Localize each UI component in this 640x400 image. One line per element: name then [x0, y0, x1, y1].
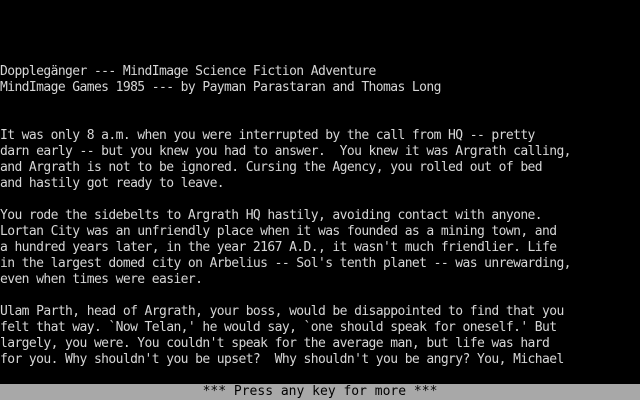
game-credits-line: MindImage Games 1985 --- by Payman Paras…	[0, 80, 441, 95]
story-text-line: and hastily got ready to leave.	[0, 176, 225, 191]
story-text-line: a hundred years later, in the year 2167 …	[0, 240, 557, 255]
story-text-line: even when times were easier.	[0, 272, 203, 287]
story-text-line: for you. Why shouldn't you be upset? Why…	[0, 352, 564, 367]
story-text-line: felt that way. `Now Telan,' he would say…	[0, 320, 557, 335]
story-text-line: and Argrath is not to be ignored. Cursin…	[0, 160, 543, 175]
story-text-line: It was only 8 a.m. when you were interru…	[0, 128, 535, 143]
press-any-key-bar[interactable]: *** Press any key for more ***	[0, 384, 640, 400]
story-text-line: darn early -- but you knew you had to an…	[0, 144, 572, 159]
game-text-screen: Dopplegänger --- MindImage Science Ficti…	[0, 0, 640, 400]
story-text-line: Ulam Parth, head of Argrath, your boss, …	[0, 304, 564, 319]
game-title-line: Dopplegänger --- MindImage Science Ficti…	[0, 64, 376, 79]
story-text-line: largely, you were. You couldn't speak fo…	[0, 336, 550, 351]
story-text-line: Lortan City was an unfriendly place when…	[0, 224, 557, 239]
story-text-line: You rode the sidebelts to Argrath HQ has…	[0, 208, 543, 223]
story-text-line: in the largest domed city on Arbelius --…	[0, 256, 572, 271]
